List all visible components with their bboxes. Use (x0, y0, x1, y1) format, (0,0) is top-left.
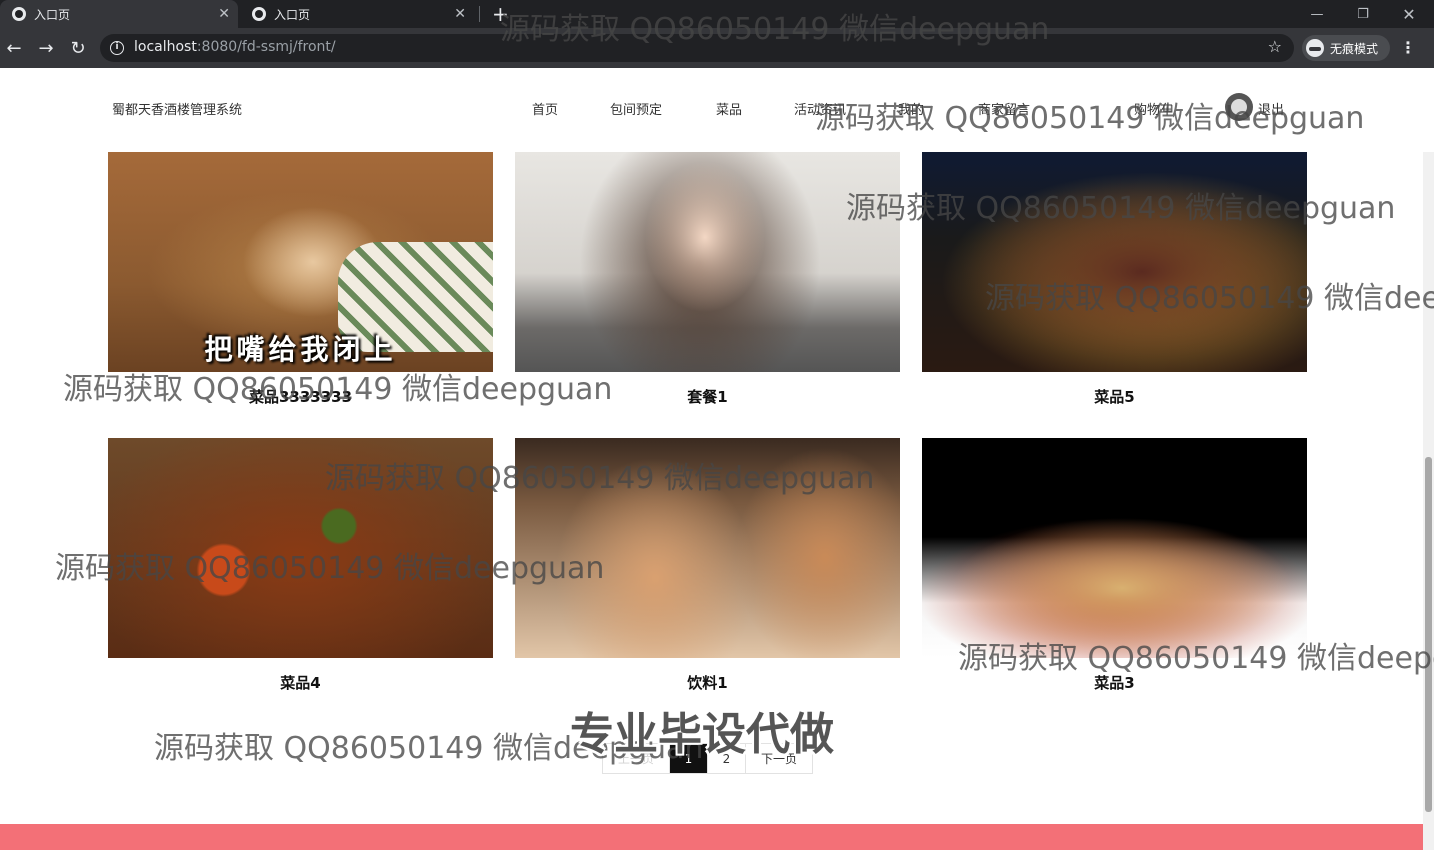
product-name[interactable]: 菜品3333333 (108, 386, 493, 407)
nav-home[interactable]: 首页 (532, 99, 558, 118)
browser-tab-strip: 入口页 ✕ 入口页 ✕ + — ❐ ✕ (0, 0, 1434, 28)
globe-icon (12, 7, 26, 21)
nav-cart[interactable]: 购物车 (1134, 99, 1173, 118)
product-card[interactable]: 套餐1 (515, 152, 900, 406)
product-card[interactable]: 菜品4 (108, 438, 493, 692)
restore-icon[interactable]: ❐ (1340, 0, 1386, 28)
forward-arrow-icon[interactable]: → (34, 36, 58, 60)
browser-menu-icon[interactable]: ⋮ (1400, 38, 1416, 57)
incognito-icon (1306, 39, 1324, 57)
product-name[interactable]: 菜品5 (922, 386, 1307, 407)
nav-news[interactable]: 活动资讯 (794, 99, 846, 118)
nav-room-booking[interactable]: 包间预定 (610, 99, 662, 118)
product-card[interactable]: 菜品5 (922, 152, 1307, 406)
site-brand[interactable]: 蜀都天香酒楼管理系统 (112, 99, 242, 118)
close-window-icon[interactable]: ✕ (1386, 0, 1432, 28)
product-card[interactable]: 把嘴给我闭上 菜品3333333 (108, 152, 493, 406)
back-arrow-icon[interactable]: ← (2, 36, 26, 60)
product-card[interactable]: 饮料1 (515, 438, 900, 692)
tab-title: 入口页 (34, 7, 71, 22)
site-info-icon[interactable]: i (110, 41, 124, 55)
product-image[interactable] (922, 438, 1307, 658)
promo-watermark: 专业毕设代做 (570, 709, 834, 760)
tab-title: 入口页 (274, 7, 311, 22)
product-name[interactable]: 套餐1 (515, 386, 900, 407)
nav-messages[interactable]: 商家留言 (978, 99, 1030, 118)
product-name[interactable]: 饮料1 (515, 672, 900, 693)
product-image[interactable] (515, 152, 900, 372)
scrollbar-thumb[interactable] (1425, 457, 1432, 812)
incognito-label: 无痕模式 (1330, 41, 1379, 56)
browser-tab-active[interactable]: 入口页 ✕ (0, 0, 238, 28)
browser-tab[interactable]: 入口页 ✕ (240, 0, 480, 28)
address-bar[interactable]: i localhost:8080/fd-ssmj/front/ ☆ (100, 34, 1294, 62)
url-text: localhost:8080/fd-ssmj/front/ (134, 39, 336, 55)
close-tab-icon[interactable]: ✕ (454, 6, 466, 22)
browser-toolbar: ← → ↻ i localhost:8080/fd-ssmj/front/ ☆ … (0, 28, 1434, 68)
bookmark-star-icon[interactable]: ☆ (1268, 37, 1282, 56)
incognito-badge[interactable]: 无痕模式 (1302, 35, 1390, 61)
product-name[interactable]: 菜品3 (922, 672, 1307, 693)
footer-bar (0, 824, 1423, 850)
product-image[interactable] (515, 438, 900, 658)
close-tab-icon[interactable]: ✕ (218, 6, 230, 22)
new-tab-button[interactable]: + (492, 2, 509, 26)
nav-mine[interactable]: 我的 (898, 99, 924, 118)
url-path: :8080/fd-ssmj/front/ (196, 39, 336, 55)
product-image[interactable]: 把嘴给我闭上 (108, 152, 493, 372)
image-caption: 把嘴给我闭上 (204, 333, 397, 366)
product-card[interactable]: 菜品3 (922, 438, 1307, 692)
url-host: localhost (134, 39, 197, 55)
minimize-icon[interactable]: — (1294, 0, 1340, 28)
nav-logout[interactable]: 退出 (1258, 99, 1284, 118)
avatar[interactable] (1225, 93, 1253, 121)
reload-icon[interactable]: ↻ (66, 36, 90, 60)
product-image[interactable] (922, 152, 1307, 372)
product-name[interactable]: 菜品4 (108, 672, 493, 693)
product-image[interactable] (108, 438, 493, 658)
globe-icon (252, 7, 266, 21)
nav-dishes[interactable]: 菜品 (716, 99, 742, 118)
